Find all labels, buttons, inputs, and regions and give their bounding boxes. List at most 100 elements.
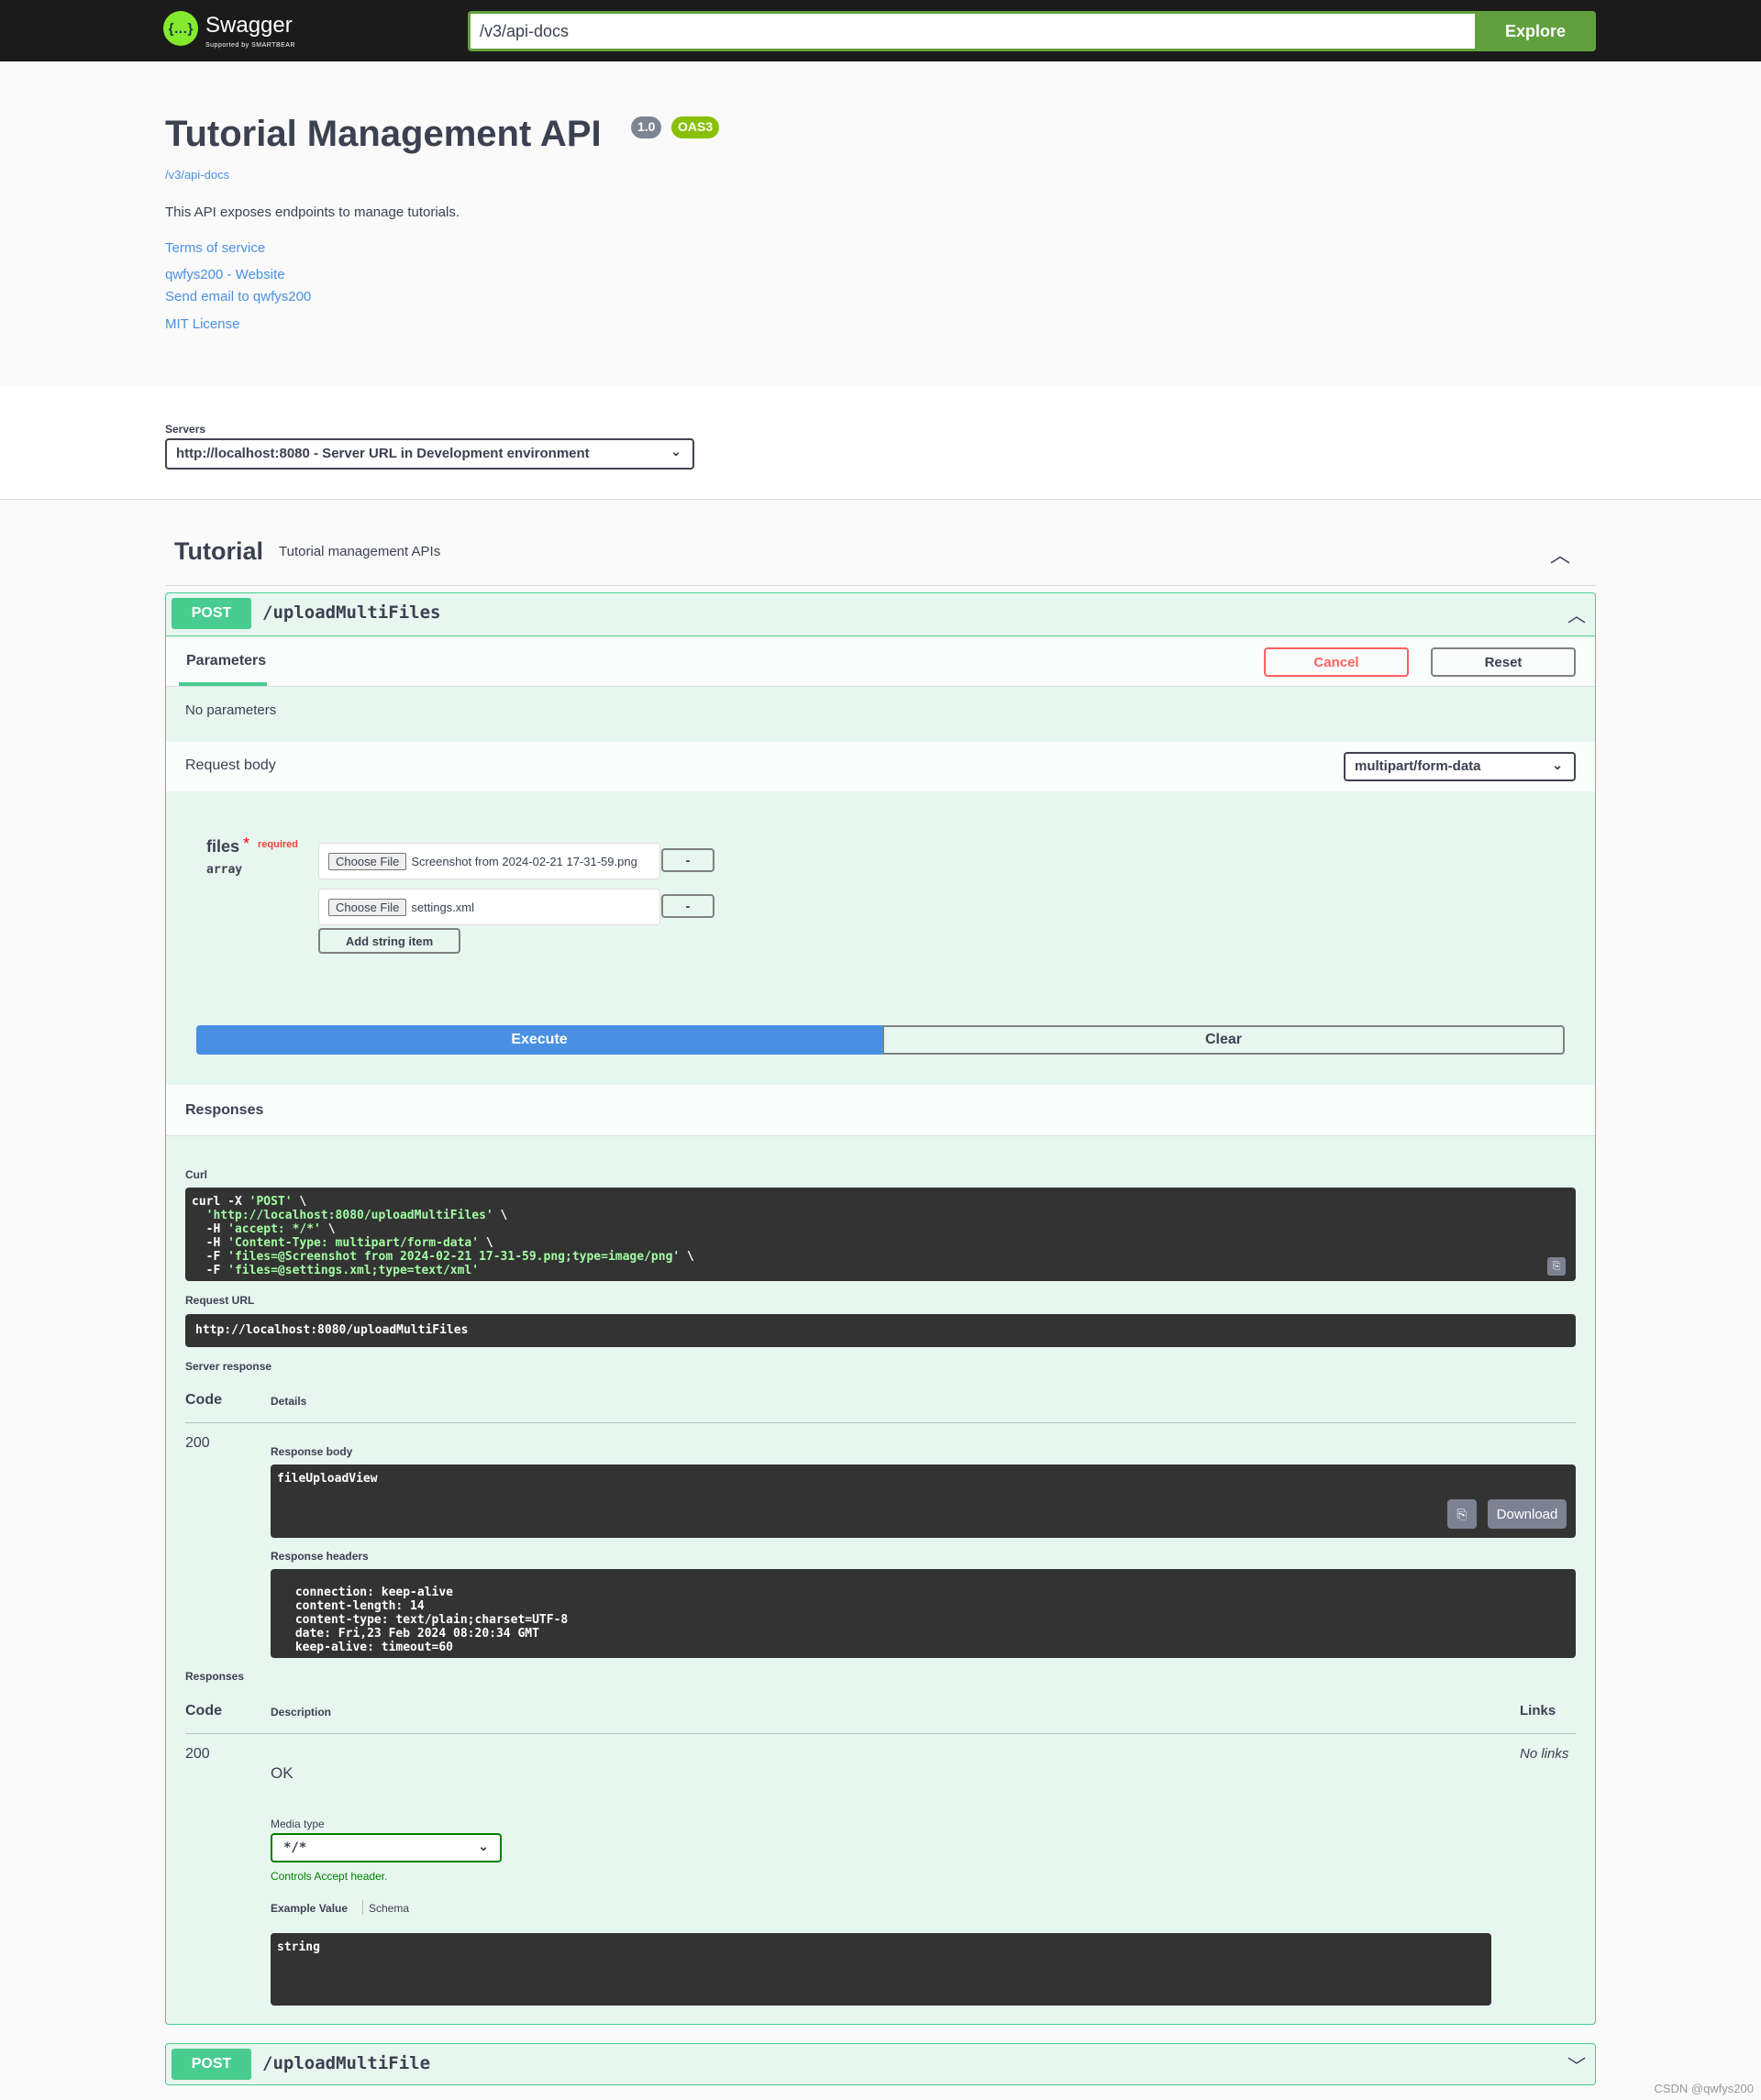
media-type-select[interactable]: */* ⌄ [271,1833,502,1862]
explore-button[interactable]: Explore [1475,11,1596,51]
response-headers-block: connection: keep-alive content-length: 1… [271,1569,1576,1658]
servers-select[interactable]: http://localhost:8080 - Server URL in De… [165,438,694,470]
links-header: Links [1520,1703,1556,1719]
version-badge: 1.0 [631,116,662,138]
server-response-label: Server response [185,1360,272,1373]
response-body-label: Response body [271,1445,353,1458]
file-name: Screenshot from 2024-02-21 17-31-59.png [411,854,637,868]
field-name: files [206,837,240,856]
curl-text: -H [205,1222,228,1236]
swagger-logo-icon: {…} [163,11,198,46]
request-url-block: http://localhost:8080/uploadMultiFiles [185,1314,1576,1347]
divider [185,1422,1576,1423]
method-badge: POST [172,2049,251,2080]
add-item-button[interactable]: Add string item [318,928,460,954]
operation-upload-multi-files: POST /uploadMultiFiles ︿ Parameters Canc… [165,592,1596,2025]
remove-item-button[interactable]: - [661,894,714,918]
servers-selected: http://localhost:8080 - Server URL in De… [176,446,590,461]
api-description: This API exposes endpoints to manage tut… [165,204,460,220]
media-type-label: Media type [271,1818,325,1830]
chevron-down-icon: ⌄ [1552,757,1563,772]
license-link[interactable]: MIT License [165,316,239,332]
curl-text: -H [205,1236,228,1250]
responses-header: Responses [166,1085,1595,1136]
choose-file-button[interactable]: Choose File [328,852,407,870]
logo-subtitle: Supported by SMARTBEAR [205,42,296,49]
watermark: CSDN @qwfys200 [1654,2082,1754,2095]
field-type: array [206,863,243,877]
tag-name[interactable]: Tutorial [174,537,263,566]
content-type-select[interactable]: multipart/form-data ⌄ [1344,752,1576,781]
required-star: * [243,834,250,853]
divider [185,1733,1576,1734]
email-link[interactable]: Send email to qwfys200 [165,289,311,304]
operation-upload-multi-file[interactable]: POST /uploadMultiFile ﹀ [165,2043,1596,2085]
content-type-value: multipart/form-data [1355,758,1481,774]
method-badge: POST [172,598,251,629]
oas-badge: OAS3 [671,116,720,138]
details-header: Details [271,1395,307,1408]
terms-link[interactable]: Terms of service [165,240,265,256]
curl-text: -F [205,1264,228,1277]
media-type-value: */* [283,1840,307,1855]
curl-string: 'Content-Type: multipart/form-data' [227,1236,480,1250]
code-header: Code [185,1703,222,1719]
copy-to-clipboard-icon[interactable]: ⎘ [1547,1257,1566,1276]
clear-button[interactable]: Clear [882,1025,1565,1055]
example-value-block: string [271,1933,1491,2006]
execute-button[interactable]: Execute [196,1025,882,1055]
request-url-label: Request URL [185,1294,255,1307]
divider [165,585,1596,586]
parameters-header: Parameters Cancel Reset [166,636,1595,687]
responses-title: Responses [185,1102,264,1118]
api-title: Tutorial Management API [165,114,602,154]
request-body-header: Request body multipart/form-data ⌄ [166,742,1595,791]
logo-text: Swagger [205,13,293,38]
accept-note: Controls Accept header. [271,1870,388,1883]
doc-response-code: 200 [185,1746,210,1762]
curl-text: -F [205,1250,228,1264]
curl-label: Curl [185,1168,207,1181]
chevron-up-icon[interactable]: ︿ [1550,539,1570,569]
tag-description: Tutorial management APIs [279,544,441,559]
file-input[interactable]: Choose File settings.xml [318,889,660,925]
curl-string: 'accept: */*' [227,1222,321,1236]
api-docs-link[interactable]: /v3/api-docs [165,168,229,182]
curl-string: 'POST' [249,1195,293,1209]
cancel-button[interactable]: Cancel [1264,647,1409,677]
operation-path[interactable]: /uploadMultiFile [262,2053,430,2073]
chevron-down-icon[interactable]: ﹀ [1567,2051,1586,2078]
chevron-up-icon[interactable]: ︿ [1567,601,1586,627]
curl-string: 'files=@Screenshot from 2024-02-21 17-31… [227,1250,681,1264]
no-parameters-text: No parameters [185,702,277,718]
choose-file-button[interactable]: Choose File [328,898,407,916]
code-header: Code [185,1392,222,1408]
operation-path[interactable]: /uploadMultiFiles [262,602,440,623]
reset-button[interactable]: Reset [1431,647,1576,677]
top-bar: {…} Swagger Supported by SMARTBEAR /v3/a… [0,0,1761,61]
curl-string: 'http://localhost:8080/uploadMultiFiles' [205,1209,493,1222]
curl-text: \ [292,1195,307,1209]
remove-item-button[interactable]: - [661,848,714,872]
responses-doc-label: Responses [185,1670,245,1683]
spec-url-input[interactable]: /v3/api-docs [468,11,1477,51]
chevron-down-icon: ⌄ [478,1839,489,1853]
response-code: 200 [185,1435,210,1451]
tab-parameters[interactable]: Parameters [186,653,266,669]
tab-divider [362,1900,363,1915]
tab-underline [179,682,267,686]
doc-response-description: OK [271,1764,294,1782]
response-headers-label: Response headers [271,1550,369,1563]
doc-links: No links [1520,1746,1569,1762]
curl-text: curl -X [192,1195,249,1209]
curl-string: 'files=@settings.xml;type=text/xml' [227,1264,480,1277]
website-link[interactable]: qwfys200 - Website [165,267,285,282]
tab-schema[interactable]: Schema [369,1902,409,1915]
download-button[interactable]: Download [1488,1499,1567,1529]
response-body-block: fileUploadView [271,1464,1576,1538]
file-input[interactable]: Choose File Screenshot from 2024-02-21 1… [318,843,660,879]
copy-to-clipboard-icon[interactable]: ⎘ [1447,1499,1477,1529]
description-header: Description [271,1706,332,1719]
tab-example-value[interactable]: Example Value [271,1902,348,1915]
chevron-down-icon: ⌄ [670,444,681,459]
